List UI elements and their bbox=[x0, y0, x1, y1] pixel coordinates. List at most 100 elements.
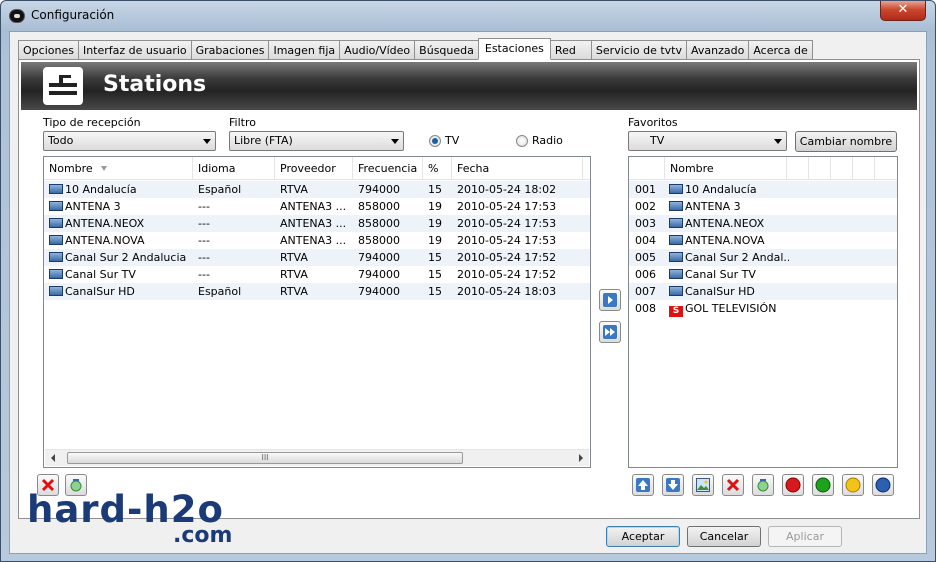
favorite-name: CanalSur HD bbox=[669, 283, 789, 300]
station-percent: 15 bbox=[428, 251, 442, 264]
table-row[interactable]: CanalSur HD Español RTVA 794000 15 2010-05-24… bbox=[44, 283, 590, 300]
window-title: Configuración bbox=[31, 8, 115, 22]
tab-estaciones[interactable]: Estaciones bbox=[477, 38, 551, 60]
add-to-favorites-button[interactable] bbox=[599, 289, 621, 311]
list-item[interactable]: 007 CanalSur HD bbox=[629, 283, 897, 300]
station-percent: 19 bbox=[428, 200, 442, 213]
favorite-number: 006 bbox=[635, 268, 656, 281]
list-item[interactable]: 003 ANTENA.NEOX bbox=[629, 215, 897, 232]
col-proveedor[interactable]: Proveedor bbox=[275, 157, 353, 180]
station-frequency: 794000 bbox=[358, 183, 400, 196]
add-all-to-favorites-button[interactable] bbox=[599, 321, 621, 343]
col-number[interactable] bbox=[629, 157, 665, 180]
table-row[interactable]: ANTENA 3 --- ANTENA3 ... 858000 19 2010-05-24… bbox=[44, 198, 590, 215]
yellow-key-button[interactable] bbox=[842, 474, 864, 496]
col-fav-nombre[interactable]: Nombre bbox=[665, 157, 787, 180]
app-icon bbox=[9, 9, 25, 23]
red-key-button[interactable] bbox=[782, 474, 804, 496]
stations-list[interactable]: Nombre Idioma Proveedor Frecuencia % Fec… bbox=[43, 156, 591, 468]
station-provider: ANTENA3 ... bbox=[280, 217, 347, 230]
scroll-thumb[interactable]: III bbox=[67, 452, 463, 464]
favorites-list[interactable]: Nombre 001 10 Andalucía 002 ANTENA 3 003 ANTE… bbox=[628, 156, 898, 468]
station-date: 2010-05-24 17:52 bbox=[457, 268, 557, 281]
col-extra-1[interactable] bbox=[787, 157, 809, 180]
tv-icon bbox=[49, 184, 63, 194]
radio-radio[interactable]: Radio bbox=[516, 134, 563, 147]
tab-interfaz[interactable]: Interfaz de usuario bbox=[77, 40, 192, 60]
table-row[interactable]: Canal Sur 2 Andalucia --- RTVA 794000 15 2010… bbox=[44, 249, 590, 266]
col-frecuencia[interactable]: Frecuencia bbox=[353, 157, 423, 180]
tv-icon bbox=[49, 218, 63, 228]
ok-button[interactable]: Aceptar bbox=[606, 526, 680, 547]
tv-icon bbox=[49, 235, 63, 245]
yellow-dot-icon bbox=[845, 477, 861, 493]
col-idioma[interactable]: Idioma bbox=[193, 157, 275, 180]
delete-x-icon bbox=[726, 478, 740, 492]
col-extra-2[interactable] bbox=[809, 157, 831, 180]
col-extra-4[interactable] bbox=[853, 157, 875, 180]
favorite-scan-button[interactable] bbox=[752, 474, 774, 496]
table-row[interactable]: 10 Andalucía Español RTVA 794000 15 2010-05-2… bbox=[44, 181, 590, 198]
list-item[interactable]: 004 ANTENA.NOVA bbox=[629, 232, 897, 249]
table-row[interactable]: Canal Sur TV --- RTVA 794000 15 2010-05-24 17… bbox=[44, 266, 590, 283]
scroll-right-icon[interactable] bbox=[579, 454, 583, 462]
scroll-left-icon[interactable] bbox=[51, 454, 55, 462]
station-frequency: 858000 bbox=[358, 217, 400, 230]
apply-button[interactable]: Aplicar bbox=[768, 526, 842, 547]
radio-tv[interactable]: TV bbox=[429, 134, 459, 147]
tab-busqueda[interactable]: Búsqueda bbox=[414, 40, 479, 60]
tab-tvtv[interactable]: Servicio de tvtv bbox=[590, 40, 687, 60]
title-bar[interactable]: Configuración ✕ bbox=[1, 1, 935, 31]
table-row[interactable]: ANTENA.NOVA --- ANTENA3 ... 858000 19 2010-05… bbox=[44, 232, 590, 249]
move-down-button[interactable] bbox=[662, 474, 684, 496]
green-key-button[interactable] bbox=[812, 474, 834, 496]
banner-title: Stations bbox=[103, 72, 207, 97]
filter-select[interactable]: Libre (FTA) bbox=[229, 131, 404, 151]
rename-button[interactable]: Cambiar nombre bbox=[795, 131, 897, 152]
station-frequency: 794000 bbox=[358, 251, 400, 264]
station-name: ANTENA.NEOX bbox=[49, 215, 193, 232]
favorite-number: 003 bbox=[635, 217, 656, 230]
favorites-select[interactable]: TV bbox=[628, 131, 787, 151]
list-item[interactable]: 006 Canal Sur TV bbox=[629, 266, 897, 283]
tv-icon bbox=[669, 252, 683, 262]
station-provider: ANTENA3 ... bbox=[280, 234, 347, 247]
tab-opciones[interactable]: Opciones bbox=[18, 40, 79, 60]
cancel-button[interactable]: Cancelar bbox=[687, 526, 761, 547]
radio-radio-indicator bbox=[516, 134, 528, 147]
horizontal-scrollbar[interactable]: III bbox=[45, 449, 589, 466]
list-item[interactable]: 001 10 Andalucía bbox=[629, 181, 897, 198]
close-button[interactable]: ✕ bbox=[880, 1, 926, 21]
remove-favorite-button[interactable] bbox=[722, 474, 744, 496]
logo-image-button[interactable] bbox=[692, 474, 714, 496]
reception-select[interactable]: Todo bbox=[43, 131, 216, 151]
double-arrow-right-icon bbox=[603, 325, 617, 339]
station-language: Español bbox=[198, 285, 242, 298]
table-row[interactable]: ANTENA.NEOX --- ANTENA3 ... 858000 19 2010-05… bbox=[44, 215, 590, 232]
tab-avanzado[interactable]: Avanzado bbox=[685, 40, 750, 60]
list-item[interactable]: 005 Canal Sur 2 Andal... bbox=[629, 249, 897, 266]
tab-imagen-fija[interactable]: Imagen fija bbox=[268, 40, 341, 60]
col-extra-3[interactable] bbox=[831, 157, 853, 180]
list-item[interactable]: 002 ANTENA 3 bbox=[629, 198, 897, 215]
green-dot-icon bbox=[815, 477, 831, 493]
tab-audio-video[interactable]: Audio/Vídeo bbox=[339, 40, 416, 60]
blue-key-button[interactable] bbox=[872, 474, 894, 496]
tab-acerca[interactable]: Acerca de bbox=[748, 40, 813, 60]
tab-grabaciones[interactable]: Grabaciones bbox=[190, 40, 270, 60]
arrow-down-icon bbox=[666, 478, 680, 492]
favorite-name: Canal Sur TV bbox=[669, 266, 789, 283]
tab-red[interactable]: Red bbox=[549, 40, 592, 60]
list-item[interactable]: 008 S GOL TELEVISIÓN bbox=[629, 300, 897, 317]
col-fecha[interactable]: Fecha bbox=[452, 157, 583, 180]
move-up-button[interactable] bbox=[632, 474, 654, 496]
col-porcentaje[interactable]: % bbox=[423, 157, 452, 180]
station-name: ANTENA.NOVA bbox=[49, 232, 193, 249]
col-nombre[interactable]: Nombre bbox=[44, 157, 193, 180]
station-name: ANTENA 3 bbox=[49, 198, 193, 215]
sort-icon bbox=[100, 166, 107, 171]
station-provider: RTVA bbox=[280, 268, 308, 281]
station-percent: 15 bbox=[428, 285, 442, 298]
station-frequency: 858000 bbox=[358, 234, 400, 247]
filter-value: Libre (FTA) bbox=[234, 134, 293, 147]
